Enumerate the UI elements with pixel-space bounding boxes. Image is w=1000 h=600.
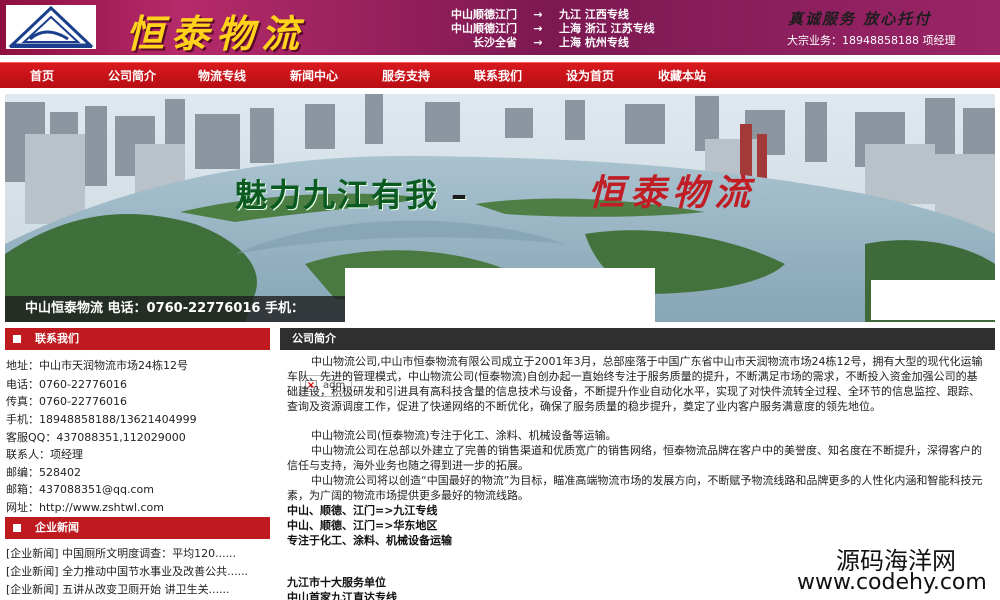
route-line: 中山顺德江门 → 九江 江西专线 [425,6,695,21]
contact-mobile: 手机：18948858188/13621404999 [6,413,197,426]
nav-news[interactable]: 新闻中心 [290,63,338,89]
logo-mark-icon [8,5,94,48]
nav-home[interactable]: 首页 [30,63,54,89]
route-origin: 长沙全省 [473,36,517,49]
contact-fax: 传真：0760-22776016 [6,395,127,408]
contact-address: 地址：中山市天润物流市场24栋12号 [6,359,188,372]
news-heading: 企业新闻 [35,521,79,534]
bullet-square-icon [13,335,21,343]
banner-headline: 魅力九江有我 – [235,170,481,216]
about-panel-header: 公司简介 [280,328,995,350]
route-highlight: 中山、顺德、江门=>华东地区 [287,519,438,532]
news-item[interactable]: [企业新闻] 五讲从改变卫厕开始 讲卫生关...... [6,581,268,597]
blank-overlay [871,280,995,320]
route-line: 中山顺德江门 → 上海 浙江 江苏专线 [425,20,695,35]
nav-bookmark[interactable]: 收藏本站 [658,63,706,89]
route-line: 长沙全省 → 上海 杭州专线 [425,34,695,49]
nav-support[interactable]: 服务支持 [382,63,430,89]
about-paragraph-3: 中山物流公司在总部以外建立了完善的销售渠道和优质宽广的销售网络，恒泰物流品牌在客… [287,444,982,472]
site-header: 恒泰物流 中山顺德江门 → 九江 江西专线 中山顺德江门 → 上海 浙江 江苏专线 长沙… [0,0,1000,55]
brand-name: 恒泰物流 [126,11,307,55]
banner-dash: – [451,176,470,214]
banner-brand: 恒泰物流 [588,172,757,214]
contact-panel-header: 联系我们 [5,328,270,350]
contact-email[interactable]: 邮箱：437088351@qq.com [6,481,154,497]
contact-website[interactable]: 网址：http://www.zshtwl.com [6,499,164,515]
about-heading: 公司简介 [292,332,336,345]
main-nav: 首页 公司简介 物流专线 新闻中心 服务支持 联系我们 设为首页 收藏本站 [0,62,1000,88]
news-item[interactable]: [企业新闻] 全力推动中国节水事业及改善公共...... [6,563,268,579]
watermark-url: www.codehy.com [797,570,987,595]
slogan: 真诚服务 放心托付 [788,10,932,28]
about-paragraph-1: 中山物流公司,中山市恒泰物流有限公司成立于2001年3月，总部座落于中国广东省中… [287,354,987,429]
blank-overlay [345,268,655,334]
company-logo[interactable] [6,5,96,49]
news-item[interactable]: [企业新闻] 中国厕所文明度调查：平均120...... [6,545,268,561]
nav-routes[interactable]: 物流专线 [198,63,246,89]
route-destination: 上海 杭州专线 [559,36,629,49]
news-panel-header: 企业新闻 [5,517,270,539]
about-paragraph-2: 中山物流公司(恒泰物流)专注于化工、涂料、机械设备等运输。 [311,429,617,442]
contact-zip: 邮编：528402 [6,466,81,479]
about-paragraph-text: 中山物流公司,中山市恒泰物流有限公司成立于2001年3月，总部座落于中国广东省中… [287,355,983,413]
banner-phone-bar: 中山恒泰物流 电话：0760-22776016 手机： [5,296,365,322]
route-highlight: 中山、顺德、江门=>九江专线 [287,504,438,517]
business-hotline: 大宗业务：18948858188 项经理 [787,34,956,47]
nav-about[interactable]: 公司简介 [108,63,156,89]
contact-phone: 电话：0760-22776016 [6,378,127,391]
nav-contact[interactable]: 联系我们 [474,63,522,89]
banner-title-text: 魅力九江有我 [235,176,440,214]
honor-line: 中山首家九江直达专线 [287,591,397,600]
contact-person: 联系人：项经理 [6,448,83,461]
contact-qq: 客服QQ：437088351,112029000 [6,431,186,444]
bullet-square-icon [13,524,21,532]
contact-heading: 联系我们 [35,332,79,345]
route-highlight: 专注于化工、涂料、机械设备运输 [287,534,452,547]
honor-line: 九江市十大服务单位 [287,576,386,589]
about-paragraph-4: 中山物流公司将以创造“中国最好的物流”为目标，瞄准高端物流市场的发展方向，不断赋… [287,474,983,502]
route-list: 中山顺德江门 → 九江 江西专线 中山顺德江门 → 上海 浙江 江苏专线 长沙全省 → 上海… [425,6,695,49]
arrow-right-icon: → [533,36,543,49]
nav-set-homepage[interactable]: 设为首页 [566,63,614,89]
